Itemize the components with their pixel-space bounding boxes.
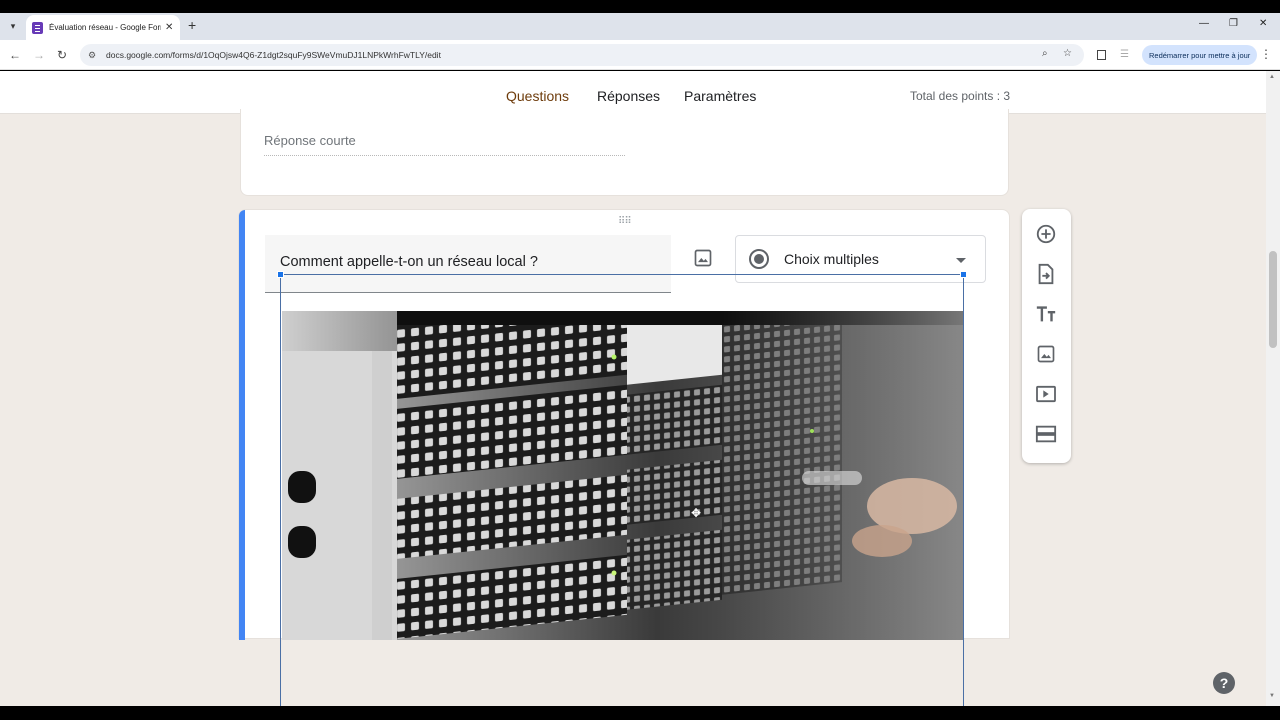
- side-panel-icon[interactable]: [1097, 50, 1106, 60]
- short-answer-underline: [264, 155, 625, 156]
- restore-icon[interactable]: ❐: [1229, 18, 1238, 29]
- add-item-toolbar: [1022, 209, 1071, 463]
- add-title-button[interactable]: [1034, 302, 1058, 326]
- question-image[interactable]: [282, 311, 964, 640]
- minimize-icon[interactable]: —: [1199, 18, 1209, 29]
- browser-tabstrip: ▾ Évaluation réseau - Google Forms ✕ + —…: [0, 13, 1280, 40]
- tab-title: Évaluation réseau - Google Forms: [49, 23, 161, 32]
- question-type-label: Choix multiples: [784, 251, 879, 267]
- drag-handle-icon[interactable]: ⠿⠿: [618, 216, 632, 227]
- add-section-button[interactable]: [1034, 422, 1058, 446]
- site-info-icon[interactable]: ⚙: [88, 50, 104, 61]
- back-icon[interactable]: ←: [9, 48, 21, 62]
- restart-to-update-button[interactable]: Redémarrer pour mettre à jour: [1142, 45, 1258, 65]
- window-close-icon[interactable]: ✕: [1259, 18, 1267, 29]
- add-section-icon: [1035, 425, 1057, 443]
- total-points: Total des points : 3: [910, 89, 1011, 103]
- previous-question-card[interactable]: Réponse courte: [240, 109, 1009, 196]
- active-card-accent: [239, 210, 245, 640]
- dropdown-arrow-icon: [956, 258, 966, 263]
- help-icon[interactable]: ?: [1213, 672, 1235, 694]
- forms-editor-page: Questions Réponses Paramètres Total des …: [0, 71, 1266, 706]
- short-answer-placeholder: Réponse courte: [264, 133, 356, 148]
- browser-menu-icon[interactable]: ⋮: [1260, 47, 1272, 61]
- tab-questions[interactable]: Questions: [506, 88, 569, 104]
- add-image-toolbar-button[interactable]: [1034, 342, 1058, 366]
- scroll-up-icon[interactable]: ▲: [1269, 74, 1275, 80]
- browser-toolbar: ← → ↻ ⚙ docs.google.com/forms/d/1OqOjsw4…: [0, 40, 1280, 70]
- profile-icon[interactable]: ☰: [1120, 49, 1132, 61]
- image-icon: [694, 249, 712, 267]
- tab-search-icon[interactable]: ▾: [4, 17, 22, 35]
- import-questions-button[interactable]: [1034, 262, 1058, 286]
- page-scrollbar[interactable]: ▲ ▼: [1266, 71, 1280, 706]
- active-question-card[interactable]: ⠿⠿ Comment appelle-t-on un réseau local …: [238, 209, 1010, 640]
- forward-icon[interactable]: →: [33, 48, 45, 62]
- google-forms-favicon-icon: [32, 21, 43, 34]
- import-questions-icon: [1038, 263, 1054, 285]
- url-text[interactable]: docs.google.com/forms/d/1OqOjsw4Q6-Z1dgt…: [106, 50, 441, 60]
- question-title[interactable]: Comment appelle-t-on un réseau local ?: [280, 254, 538, 270]
- reload-icon[interactable]: ↻: [57, 48, 67, 62]
- scroll-down-icon[interactable]: ▼: [1269, 693, 1275, 699]
- add-video-icon: [1036, 385, 1056, 403]
- tab-settings[interactable]: Paramètres: [684, 88, 756, 104]
- add-image-icon: [1037, 345, 1055, 363]
- move-cursor-icon: ✥: [691, 506, 702, 520]
- add-question-button[interactable]: [1034, 222, 1058, 246]
- scroll-thumb[interactable]: [1269, 251, 1277, 348]
- radio-button-icon: [749, 249, 769, 269]
- add-image-button[interactable]: [691, 246, 715, 270]
- address-bar[interactable]: ⚙ docs.google.com/forms/d/1OqOjsw4Q6-Z1d…: [80, 44, 1084, 66]
- question-type-dropdown[interactable]: Choix multiples: [735, 235, 986, 283]
- browser-tab[interactable]: Évaluation réseau - Google Forms ✕: [26, 15, 180, 40]
- add-title-icon: [1036, 306, 1056, 322]
- tab-responses[interactable]: Réponses: [597, 88, 660, 104]
- taskbar: [0, 706, 1280, 720]
- new-tab-button[interactable]: +: [188, 17, 196, 33]
- add-video-button[interactable]: [1034, 382, 1058, 406]
- question-title-field[interactable]: Comment appelle-t-on un réseau local ?: [265, 235, 671, 293]
- tab-close-icon[interactable]: ✕: [165, 22, 173, 33]
- zoom-icon[interactable]: ⌕: [1042, 48, 1048, 59]
- bookmark-star-icon[interactable]: ☆: [1063, 48, 1072, 59]
- add-question-icon: [1036, 224, 1056, 244]
- forms-header: Questions Réponses Paramètres Total des …: [0, 71, 1266, 114]
